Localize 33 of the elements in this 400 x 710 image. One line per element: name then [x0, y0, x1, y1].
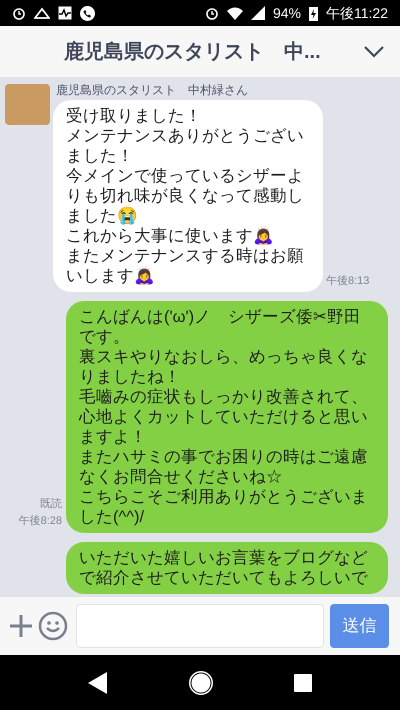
message-time: 午後8:28 — [18, 514, 62, 528]
emoji-icon[interactable] — [38, 611, 68, 641]
wifi-icon — [226, 6, 243, 20]
message-text: 受け取りました！ — [66, 106, 203, 126]
clock-time: 午後11:22 — [326, 4, 388, 22]
message-text: 今メインで使っているシザーよりも切れ味が良くなって感動しました😭 — [66, 166, 305, 226]
message-text: いただいた嬉しいお言葉をブログなどで紹介させていただいてもよろしいで — [79, 548, 369, 588]
message-input[interactable] — [76, 604, 324, 648]
message-text: こんばんは('ω')ノ シザーズ倭✂野田です。 — [79, 307, 362, 347]
chevron-down-icon[interactable] — [364, 46, 384, 58]
message-text: メンテナンスありがとうございました！ — [66, 126, 305, 166]
message-text: 毛嚙みの症状もしっかり改善されて、心地よくカットしていただけると思いますよ！ — [79, 387, 369, 447]
signal-icon — [250, 6, 265, 20]
chat-title: 鹿児島県のスタリスト 中... — [64, 40, 322, 64]
send-button[interactable]: 送信 — [330, 604, 389, 648]
message-text: またメンテナンスする時はお願いします🙇‍♀ — [66, 246, 305, 286]
message-text: またハサミの事でお困りの時はご遠慮なくお問合せくださいね☆ — [79, 447, 369, 487]
message-text: 裏スキやりなおしら、めっちゃ良くなりましたね！ — [79, 347, 369, 387]
pulse-icon — [58, 6, 72, 20]
message-text: こちらこそご利用ありがとうございました(^^)/ — [79, 487, 369, 527]
sender-name: 鹿児島県のスタリスト 中村緑さん — [56, 82, 249, 99]
message-text: これから大事に使います🙇‍♀ — [66, 226, 275, 246]
back-icon[interactable] — [88, 672, 108, 694]
home-icon[interactable] — [188, 670, 214, 696]
recents-icon[interactable] — [294, 674, 312, 692]
phone-icon — [80, 6, 95, 20]
battery-percent: 94% — [272, 4, 301, 22]
alarm-icon — [12, 6, 26, 20]
alarm-icon — [204, 6, 219, 20]
plus-icon[interactable] — [8, 613, 34, 639]
message-time: 午後8:13 — [326, 274, 370, 288]
read-receipt: 既読 — [40, 497, 62, 512]
battery-charging-icon — [309, 6, 318, 20]
